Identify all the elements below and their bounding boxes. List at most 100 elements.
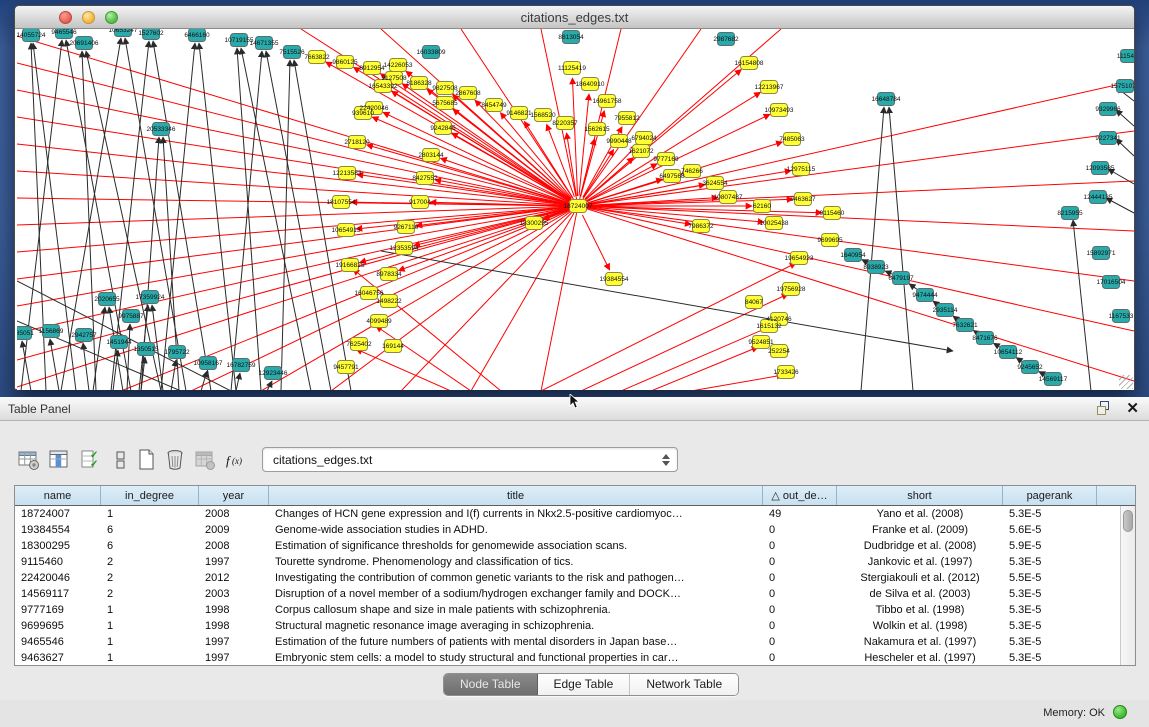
cell-title[interactable]: Structural magnetic resonance image aver… (269, 618, 763, 634)
cell-short[interactable]: Yano et al. (2008) (837, 506, 1003, 522)
cell-name[interactable]: 18300295 (15, 538, 101, 554)
network-graph-canvas[interactable]: 1405572494655462069140610653247152760264… (17, 29, 1134, 390)
edge[interactable] (356, 349, 451, 390)
cell-out_de[interactable]: 0 (763, 522, 837, 538)
edge[interactable] (199, 43, 236, 390)
cell-in_degree[interactable]: 2 (101, 586, 199, 602)
table-row[interactable]: 911546021997Tourette syndrome. Phenomeno… (15, 554, 1135, 570)
cell-out_de[interactable]: 0 (763, 618, 837, 634)
edge[interactable] (933, 301, 937, 304)
table-row[interactable]: 1830029562008Estimation of significance … (15, 538, 1135, 554)
cell-pagerank[interactable]: 5.3E-5 (1003, 634, 1097, 650)
table-row[interactable]: 1938455462009Genome-wide association stu… (15, 522, 1135, 538)
edge[interactable] (125, 38, 186, 390)
cell-title[interactable]: Disruption of a novel member of a sodium… (269, 586, 763, 602)
table-row[interactable]: 946554611997Estimation of the future num… (15, 634, 1135, 650)
edge[interactable] (994, 343, 1000, 347)
citation-network-graph[interactable]: 1405572494655462069140610653247152760264… (17, 29, 1134, 390)
edge[interactable] (1039, 372, 1044, 375)
edge[interactable] (201, 371, 207, 390)
cell-pagerank[interactable]: 5.3E-5 (1003, 586, 1097, 602)
cell-year[interactable]: 1998 (199, 602, 269, 618)
cell-out_de[interactable]: 0 (763, 634, 837, 650)
table-row[interactable]: 2242004622012Investigating the contribut… (15, 570, 1135, 586)
edge[interactable] (17, 63, 578, 206)
cell-pagerank[interactable]: 5.3E-5 (1003, 618, 1097, 634)
new-table-icon[interactable] (134, 447, 160, 473)
edge[interactable] (578, 181, 1134, 206)
cell-pagerank[interactable]: 5.3E-5 (1003, 506, 1097, 522)
tab-edge-table[interactable]: Edge Table (538, 674, 631, 695)
edge[interactable] (691, 375, 783, 390)
cell-title[interactable]: Changes of HCN gene expression and I(f) … (269, 506, 763, 522)
table-scrollbar[interactable] (1120, 506, 1135, 665)
cell-short[interactable]: Hescheler et al. (1997) (837, 650, 1003, 666)
cell-year[interactable]: 1997 (199, 634, 269, 650)
cell-name[interactable]: 14569117 (15, 586, 101, 602)
edge[interactable] (1016, 358, 1021, 362)
cell-year[interactable]: 2003 (199, 586, 269, 602)
table-row[interactable]: 969969511998Structural magnetic resonanc… (15, 618, 1135, 634)
cell-out_de[interactable]: 0 (763, 570, 837, 586)
tab-network-table[interactable]: Network Table (630, 674, 738, 695)
cell-in_degree[interactable]: 2 (101, 570, 199, 586)
table-columns-icon[interactable] (46, 447, 72, 473)
column-header-title[interactable]: title (269, 486, 763, 505)
cell-pagerank[interactable]: 5.3E-5 (1003, 602, 1097, 618)
edge[interactable] (281, 60, 290, 390)
cell-short[interactable]: Stergiakouli et al. (2012) (837, 570, 1003, 586)
table-settings-icon[interactable] (16, 447, 42, 473)
cell-year[interactable]: 1997 (199, 650, 269, 666)
window-resize-grip[interactable] (1119, 375, 1133, 389)
close-panel-icon[interactable]: ✕ (1126, 401, 1139, 416)
cell-name[interactable]: 22420046 (15, 570, 101, 586)
cell-short[interactable]: Dudbridge et al. (2008) (837, 538, 1003, 554)
edge[interactable] (885, 271, 892, 274)
table-row[interactable]: 1456911722003Disruption of a novel membe… (15, 586, 1135, 602)
cell-title[interactable]: Genome-wide association studies in ADHD. (269, 522, 763, 538)
cell-year[interactable]: 2009 (199, 522, 269, 538)
cell-in_degree[interactable]: 1 (101, 650, 199, 666)
cell-year[interactable]: 2012 (199, 570, 269, 586)
cell-title[interactable]: Tourette syndrome. Phenomenology and cla… (269, 554, 763, 570)
cell-year[interactable]: 2008 (199, 538, 269, 554)
cell-name[interactable]: 9463627 (15, 650, 101, 666)
edge[interactable] (93, 307, 105, 390)
column-header-year[interactable]: year (199, 486, 269, 505)
edge[interactable] (861, 107, 884, 390)
row-height-icon[interactable] (108, 447, 134, 473)
edge[interactable] (578, 206, 1134, 331)
cell-year[interactable]: 1997 (199, 554, 269, 570)
tab-node-table[interactable]: Node Table (444, 674, 538, 695)
edge[interactable] (578, 81, 1134, 206)
cell-name[interactable]: 18724007 (15, 506, 101, 522)
column-header-name[interactable]: name (15, 486, 101, 505)
cell-in_degree[interactable]: 6 (101, 522, 199, 538)
cell-out_de[interactable]: 49 (763, 506, 837, 522)
cell-name[interactable]: 19384554 (15, 522, 101, 538)
cell-out_de[interactable]: 0 (763, 650, 837, 666)
edge[interactable] (541, 206, 578, 390)
cell-short[interactable]: Nakamura et al. (1997) (837, 634, 1003, 650)
cell-in_degree[interactable]: 1 (101, 506, 199, 522)
edge[interactable] (236, 373, 240, 390)
cell-in_degree[interactable]: 1 (101, 618, 199, 634)
edge[interactable] (22, 341, 31, 390)
delete-icon[interactable] (162, 447, 188, 473)
cell-short[interactable]: Wolkin et al. (1998) (837, 618, 1003, 634)
cell-pagerank[interactable]: 5.5E-5 (1003, 570, 1097, 586)
table-row[interactable]: 977716911998Corpus callosum shape and si… (15, 602, 1135, 618)
column-header-out_de[interactable]: △ out_de… (763, 486, 837, 505)
edge[interactable] (171, 360, 176, 390)
cell-short[interactable]: de Silva et al. (2003) (837, 586, 1003, 602)
cell-short[interactable]: Jankovic et al. (1997) (837, 554, 1003, 570)
cell-short[interactable]: Franke et al. (2009) (837, 522, 1003, 538)
edge[interactable] (153, 41, 211, 390)
edge[interactable] (50, 339, 59, 390)
edge[interactable] (578, 206, 1134, 231)
table-source-dropdown[interactable]: citations_edges.txt (262, 447, 678, 472)
edge[interactable] (376, 326, 471, 390)
window-titlebar[interactable]: citations_edges.txt (15, 6, 1134, 29)
cell-pagerank[interactable]: 5.3E-5 (1003, 650, 1097, 666)
cell-title[interactable]: Corpus callosum shape and size in male p… (269, 602, 763, 618)
